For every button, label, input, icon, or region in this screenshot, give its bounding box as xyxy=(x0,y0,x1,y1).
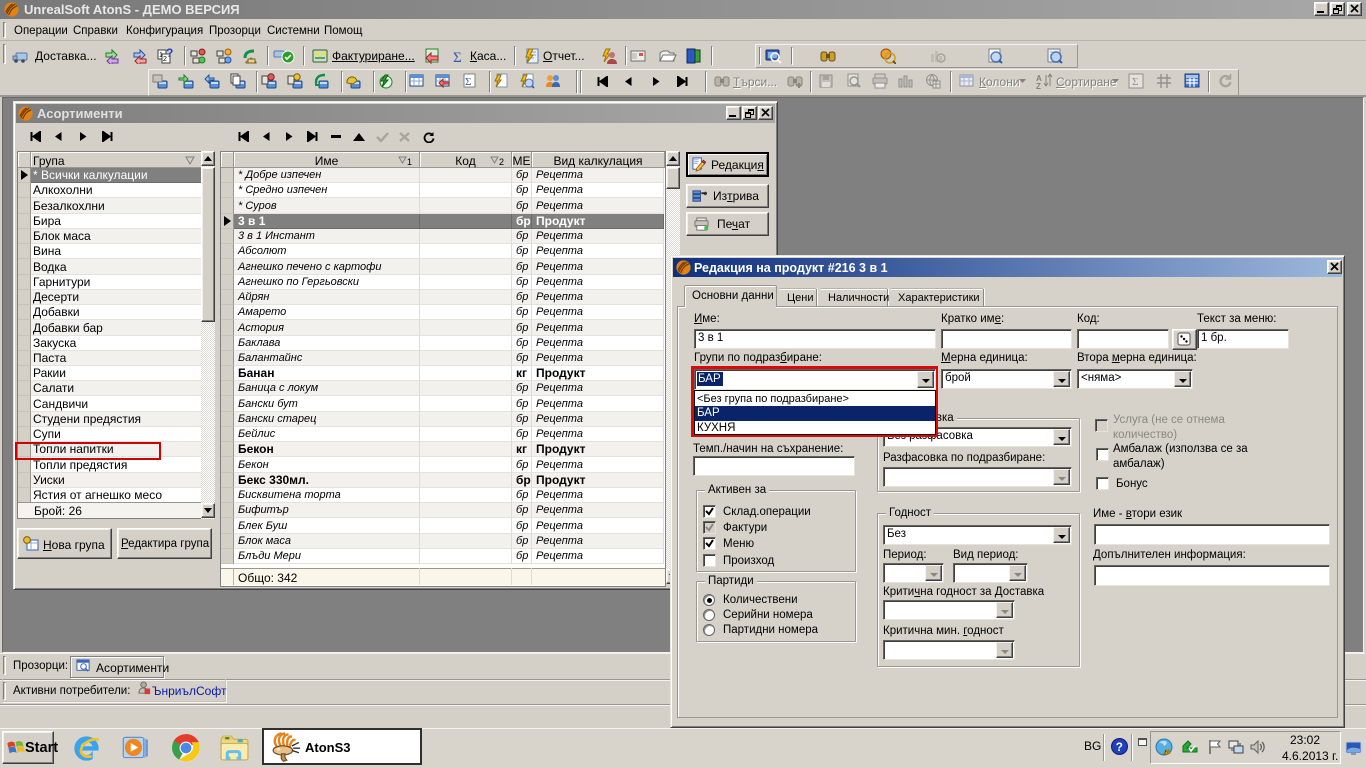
svg-text:Σ: Σ xyxy=(465,76,471,88)
svg-text:?: ? xyxy=(1116,741,1123,754)
svg-text:1: 1 xyxy=(407,157,412,166)
svg-text:2: 2 xyxy=(499,157,504,166)
svg-text:?: ? xyxy=(166,48,173,60)
svg-text:Σ: Σ xyxy=(1132,76,1138,88)
svg-text:Z: Z xyxy=(1036,82,1041,89)
svg-text:Σ: Σ xyxy=(453,50,462,64)
svg-text:!: ! xyxy=(1165,750,1166,756)
